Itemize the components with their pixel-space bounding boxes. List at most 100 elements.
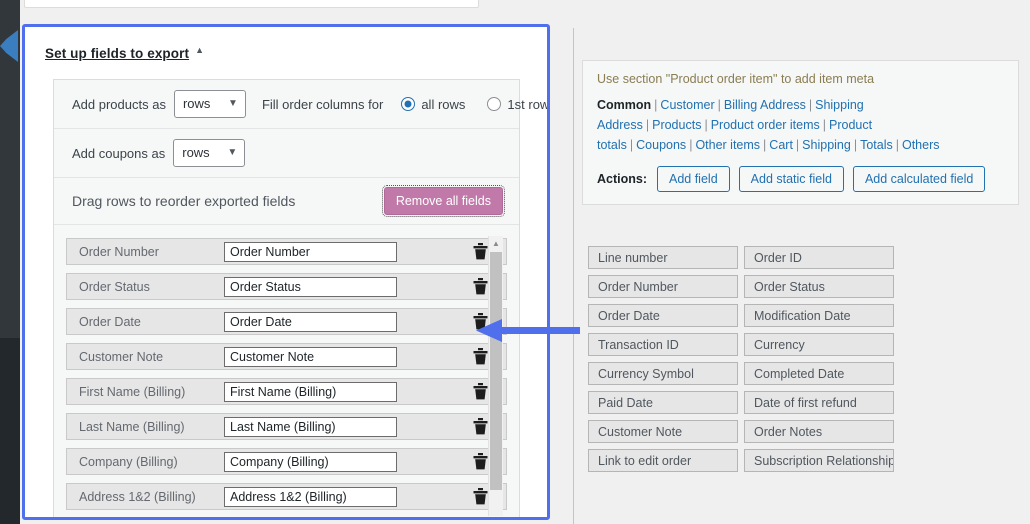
field-row-input[interactable]	[224, 346, 397, 367]
field-row[interactable]: Company (Billing)	[66, 448, 507, 475]
field-row-label: First Name (Billing)	[79, 384, 186, 399]
field-row[interactable]: Last Name (Billing)	[66, 413, 507, 440]
delete-field-button[interactable]	[473, 313, 488, 330]
sidebar-segment-middle	[0, 22, 20, 338]
section-tab-shipping[interactable]: Shipping	[802, 138, 851, 152]
field-row-input[interactable]	[224, 311, 397, 332]
available-field-chip[interactable]: Currency Symbol	[588, 362, 738, 385]
trash-icon[interactable]	[473, 488, 488, 505]
field-row-input[interactable]	[224, 276, 397, 297]
field-row-input[interactable]	[224, 486, 397, 507]
section-tab-coupons[interactable]: Coupons	[636, 138, 686, 152]
field-row[interactable]: Order Number	[66, 238, 507, 265]
field-list-container: Order Number Order Status Order Date Custom…	[54, 232, 519, 517]
delete-field-button[interactable]	[473, 418, 488, 435]
page-title[interactable]: Set up fields to export	[45, 46, 189, 61]
available-field-chip[interactable]: Currency	[744, 333, 894, 356]
tab-separator: |	[645, 118, 650, 132]
drag-reorder-row: Drag rows to reorder exported fields Rem…	[54, 178, 519, 226]
tab-separator: |	[629, 138, 634, 152]
sections-card: Use section "Product order item" to add …	[582, 60, 1019, 205]
add-static-field-button[interactable]: Add static field	[738, 166, 844, 192]
available-field-chip[interactable]: Customer Note	[588, 420, 738, 443]
trash-icon[interactable]	[473, 313, 488, 330]
available-field-chip[interactable]: Order ID	[744, 246, 894, 269]
available-field-chip[interactable]: Link to edit order	[588, 449, 738, 472]
field-row-input[interactable]	[224, 241, 397, 262]
radio-first-row-only-input[interactable]	[487, 97, 502, 112]
tab-separator: |	[822, 118, 827, 132]
add-products-select-wrap[interactable]: rows ▼	[173, 90, 246, 119]
trash-icon[interactable]	[473, 278, 488, 295]
field-list-scrollbar[interactable]: ▲	[488, 236, 503, 516]
field-list: Order Number Order Status Order Date Custom…	[66, 238, 507, 517]
tab-separator: |	[808, 98, 813, 112]
radio-all-rows[interactable]: all rows	[401, 97, 465, 112]
trash-icon[interactable]	[473, 453, 488, 470]
available-field-chip[interactable]: Order Date	[588, 304, 738, 327]
delete-field-button[interactable]	[473, 383, 488, 400]
available-field-chip[interactable]: Order Notes	[744, 420, 894, 443]
trash-icon[interactable]	[473, 383, 488, 400]
radio-all-rows-input[interactable]	[401, 97, 416, 112]
tab-separator: |	[717, 98, 721, 112]
trash-icon[interactable]	[473, 243, 488, 260]
tab-separator: |	[853, 138, 858, 152]
remove-all-fields-button[interactable]: Remove all fields	[381, 185, 506, 218]
tab-separator: |	[763, 138, 767, 152]
section-tab-totals[interactable]: Totals	[860, 138, 893, 152]
radio-first-row-only[interactable]: 1st row only	[487, 97, 547, 112]
field-row[interactable]: Order Date	[66, 308, 507, 335]
field-row[interactable]: Order Status	[66, 273, 507, 300]
add-coupons-select[interactable]: rows	[173, 139, 246, 168]
available-field-chip[interactable]: Line number	[588, 246, 738, 269]
section-tabs: Common | Customer | Billing Address | Shipping…	[597, 95, 1004, 155]
delete-field-button[interactable]	[473, 278, 488, 295]
sidebar-segment-bottom	[0, 338, 20, 524]
field-row-input[interactable]	[224, 381, 397, 402]
available-field-chip[interactable]: Order Status	[744, 275, 894, 298]
add-products-select[interactable]: rows	[173, 90, 246, 119]
metabox-header[interactable]: Set up fields to export ▲	[25, 27, 547, 62]
section-tab-customer[interactable]: Customer	[660, 98, 714, 112]
section-tab-others[interactable]: Others	[902, 138, 940, 152]
delete-field-button[interactable]	[473, 488, 488, 505]
section-tab-product-order-items[interactable]: Product order items	[711, 118, 820, 132]
radio-all-rows-label[interactable]: all rows	[421, 97, 465, 112]
field-row[interactable]: Customer Note	[66, 343, 507, 370]
available-field-chip[interactable]: Date of first refund	[744, 391, 894, 414]
section-tab-products[interactable]: Products	[652, 118, 701, 132]
section-tab-cart[interactable]: Cart	[769, 138, 793, 152]
available-field-chip[interactable]: Completed Date	[744, 362, 894, 385]
field-row-label: Order Status	[79, 279, 150, 294]
field-row[interactable]: First Name (Billing)	[66, 378, 507, 405]
add-calculated-field-button[interactable]: Add calculated field	[852, 166, 986, 192]
trash-icon[interactable]	[473, 348, 488, 365]
delete-field-button[interactable]	[473, 453, 488, 470]
section-tab-billing-address[interactable]: Billing Address	[724, 98, 806, 112]
trash-icon[interactable]	[473, 418, 488, 435]
radio-first-row-only-label[interactable]: 1st row only	[507, 97, 547, 112]
field-row-input[interactable]	[224, 451, 397, 472]
add-coupons-row: Add coupons as rows ▼	[54, 129, 519, 179]
actions-row: Actions: Add field Add static field Add …	[597, 166, 1004, 192]
delete-field-button[interactable]	[473, 348, 488, 365]
available-field-chip[interactable]: Paid Date	[588, 391, 738, 414]
delete-field-button[interactable]	[473, 243, 488, 260]
scrollbar-thumb[interactable]	[490, 252, 502, 490]
caret-up-icon[interactable]: ▲	[195, 46, 204, 55]
settings-card: Add products as rows ▼ Fill order column…	[53, 79, 547, 517]
field-row-input[interactable]	[224, 416, 397, 437]
add-coupons-select-wrap[interactable]: rows ▼	[173, 139, 246, 168]
item-meta-hint: Use section "Product order item" to add …	[597, 72, 875, 86]
add-field-button[interactable]: Add field	[657, 166, 730, 192]
available-field-chip[interactable]: Transaction ID	[588, 333, 738, 356]
available-field-chip[interactable]: Modification Date	[744, 304, 894, 327]
field-row-label: Customer Note	[79, 349, 164, 364]
available-field-chip[interactable]: Subscription Relationship	[744, 449, 894, 472]
available-field-chip[interactable]: Order Number	[588, 275, 738, 298]
caret-up-icon[interactable]: ▲	[491, 238, 501, 248]
section-tab-other-items[interactable]: Other items	[695, 138, 760, 152]
field-row[interactable]: Address 1&2 (Billing)	[66, 483, 507, 510]
section-tab-common[interactable]: Common	[597, 98, 651, 112]
